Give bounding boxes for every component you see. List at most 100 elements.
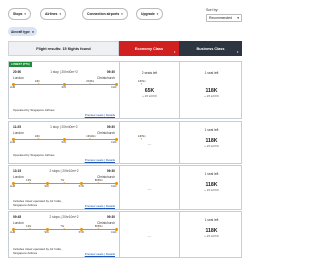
plane-icon: ✈ bbox=[28, 181, 32, 185]
aircraft-type-chip[interactable]: Aircraft type ✕ bbox=[8, 27, 38, 36]
business-fee: + 2X £XXX bbox=[204, 144, 219, 148]
chevron-down-icon: ▾ bbox=[59, 12, 61, 16]
chevron-down-icon: ▾ bbox=[156, 12, 159, 16]
filter-label: Upgrade bbox=[141, 12, 155, 16]
airport-code: SIN bbox=[61, 141, 66, 144]
operator-text: Operated by Singapore Airlines bbox=[13, 153, 55, 157]
economy-fare-cell[interactable]: 2 seats left 65K + 2X £XXX bbox=[120, 62, 180, 118]
flight-info: 11:25 1 stop | 20hr40m+2 09:30 London Christ… bbox=[9, 122, 146, 163]
plane-icon: ✈ bbox=[37, 137, 40, 141]
close-icon[interactable]: ✕ bbox=[32, 30, 35, 34]
preview-seats-link[interactable]: Preview seats bbox=[85, 158, 104, 162]
sort-label: Sort by: bbox=[206, 8, 219, 12]
airport-code: SYD bbox=[78, 185, 84, 188]
business-fee: + 2X £XXX bbox=[204, 234, 219, 238]
chevron-down-icon: ▾ bbox=[121, 12, 123, 16]
filter-label: Airlines bbox=[45, 12, 58, 16]
filter-upgrade-button[interactable]: Upgrade ▾ bbox=[136, 8, 164, 20]
preview-seats-link[interactable]: Preview seats bbox=[85, 113, 104, 117]
operator-text: Operated by Singapore Airlines bbox=[13, 108, 55, 112]
business-seats-left: 1 seat left bbox=[204, 172, 219, 176]
origin-city: London bbox=[13, 76, 24, 80]
arrival-time: 09:30 bbox=[106, 125, 115, 129]
stops-duration: 1 stop | 20hr40m+2 bbox=[50, 70, 78, 74]
filter-stops-button[interactable]: Stops ▾ bbox=[8, 8, 31, 20]
flight-links: Preview seats | Details bbox=[85, 113, 115, 117]
economy-class-header[interactable]: Economy Class ▼ bbox=[119, 41, 179, 56]
economy-seats-left: 2 seats left bbox=[141, 71, 158, 75]
business-seats-left: 1 seat left bbox=[204, 218, 219, 222]
airport-code: CHC bbox=[111, 231, 117, 234]
filter-airlines-button[interactable]: Airlines ▾ bbox=[40, 8, 66, 20]
business-class-header[interactable]: Business Class ▼ bbox=[179, 41, 242, 56]
stops-duration: 2 stops | 20hr10m+2 bbox=[49, 169, 79, 173]
sort-value: Recommended bbox=[209, 16, 232, 20]
preview-seats-link[interactable]: Preview seats bbox=[85, 204, 104, 208]
economy-fare-cell[interactable]: — bbox=[120, 212, 180, 257]
flight-links: Preview seats | Details bbox=[85, 252, 115, 256]
economy-fare-cell[interactable]: — bbox=[120, 122, 180, 163]
flight-card: 11:25 1 stop | 20hr40m+2 09:30 London Christ… bbox=[8, 121, 242, 164]
plane-icon: ✈ bbox=[88, 82, 92, 86]
filter-connection-airports-button[interactable]: Connection airports ▾ bbox=[82, 8, 128, 20]
economy-class-label: Economy Class bbox=[134, 46, 164, 51]
departure-time: 11:25 bbox=[13, 125, 21, 129]
flight-results-page: Stops ▾ Airlines ▾ Connection airports ▾ Upgra… bbox=[0, 0, 250, 268]
results-count: Flight results: 15 flights found bbox=[36, 46, 91, 51]
lowest-points-badge: LOWEST (PTS) bbox=[9, 62, 32, 67]
plane-icon: ✈ bbox=[88, 137, 92, 141]
chevron-down-icon: ▼ bbox=[173, 51, 176, 54]
flight-card: 13:15 2 stops | 20hr10m+2 09:30 London Chris… bbox=[8, 165, 242, 210]
chevron-down-icon: ▼ bbox=[236, 51, 239, 54]
plane-icon: ✈ bbox=[63, 227, 66, 231]
aircraft-type-label: Aircraft type bbox=[11, 29, 30, 34]
destination-city: Christchurch bbox=[97, 76, 115, 80]
airport-code: CHC bbox=[111, 185, 117, 188]
flight-times-row: 09:45 2 stops | 20hr10m+2 09:30 bbox=[13, 215, 115, 219]
filter-label: Stops bbox=[13, 12, 23, 16]
airport-code: SIN bbox=[61, 86, 66, 89]
departure-time: 09:45 bbox=[13, 215, 22, 219]
business-seats-left: 1 seat left bbox=[204, 71, 219, 75]
business-fare-cell[interactable]: 1 seat left 118K + 2X £XXX bbox=[180, 122, 243, 163]
details-link[interactable]: Details bbox=[106, 113, 115, 117]
business-fare-cell[interactable]: 1 seat left 118K + 2X £XXX bbox=[180, 166, 243, 209]
sort-dropdown[interactable]: Recommended ▾ bbox=[206, 14, 242, 22]
details-link[interactable]: Details bbox=[106, 204, 115, 208]
economy-fare-cell[interactable]: — bbox=[120, 166, 180, 209]
flight-info: 09:45 2 stops | 20hr10m+2 09:30 London Chris… bbox=[9, 212, 120, 257]
flight-times-row: 13:15 2 stops | 20hr10m+2 09:30 bbox=[13, 169, 115, 173]
results-count-header: Flight results: 15 flights found bbox=[8, 41, 119, 56]
airport-code: CHC bbox=[111, 86, 117, 89]
stops-duration: 1 stop | 20hr40m+2 bbox=[50, 125, 78, 129]
business-fare-cell[interactable]: 1 seat left 118K + 2X £XXX bbox=[180, 62, 243, 118]
economy-unavailable: — bbox=[147, 141, 152, 146]
business-fare-cell[interactable]: 1 seat left 118K + 2X £XXX bbox=[180, 212, 243, 257]
details-link[interactable]: Details bbox=[106, 252, 115, 256]
airport-code: SYD bbox=[78, 231, 84, 234]
destination-city: Christchurch bbox=[97, 131, 115, 135]
business-fee: + 2X £XXX bbox=[204, 188, 219, 192]
airport-code: LHR bbox=[10, 185, 16, 188]
flight-card: 09:45 2 stops | 20hr10m+2 09:30 London Chris… bbox=[8, 211, 242, 258]
origin-city: London bbox=[13, 221, 24, 225]
arrival-time: 09:30 bbox=[106, 215, 115, 219]
airport-code: SIN bbox=[44, 231, 49, 234]
flight-times-row: 20:50 1 stop | 20hr40m+2 09:30 bbox=[13, 70, 115, 74]
details-link[interactable]: Details bbox=[106, 158, 115, 162]
departure-time: 13:15 bbox=[13, 169, 22, 173]
flight-links: Preview seats | Details bbox=[85, 204, 115, 208]
operator-text: Includes travel operated by Air India, S… bbox=[13, 199, 62, 207]
plane-icon: ✈ bbox=[97, 227, 100, 231]
flight-card: LOWEST (PTS) 20:50 1 stop | 20hr40m+2 09:30… bbox=[8, 61, 242, 119]
flight-info: LOWEST (PTS) 20:50 1 stop | 20hr40m+2 09:30… bbox=[9, 62, 146, 118]
chevron-down-icon: ▾ bbox=[237, 16, 239, 20]
economy-fee: + 2X £XXX bbox=[142, 94, 157, 98]
origin-city: London bbox=[13, 175, 24, 179]
airport-code: LHR bbox=[10, 231, 16, 234]
flight-info: 13:15 2 stops | 20hr10m+2 09:30 London Chris… bbox=[9, 166, 120, 209]
airport-code: LHR bbox=[10, 141, 16, 144]
preview-seats-link[interactable]: Preview seats bbox=[85, 252, 104, 256]
business-class-label: Business Class bbox=[196, 46, 225, 51]
economy-unavailable: — bbox=[147, 233, 152, 238]
